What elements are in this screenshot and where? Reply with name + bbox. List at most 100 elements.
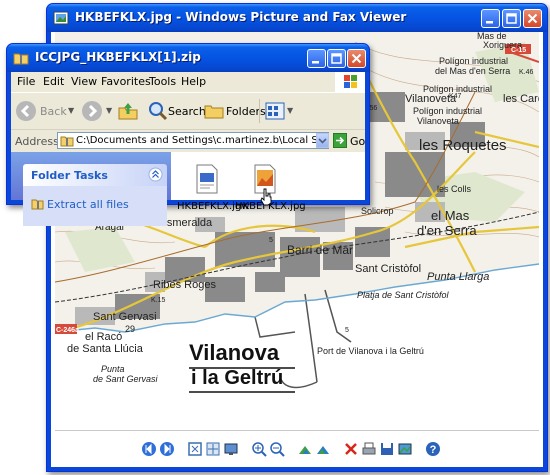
minimize-icon bbox=[486, 21, 493, 24]
go-arrow-icon[interactable] bbox=[333, 133, 347, 148]
search-icon[interactable] bbox=[147, 100, 169, 122]
close-icon bbox=[527, 13, 538, 24]
road-label: C-15 bbox=[511, 47, 526, 54]
actual-size-icon[interactable] bbox=[205, 441, 221, 457]
road-label: C-246a bbox=[56, 327, 79, 334]
address-dropdown-icon[interactable] bbox=[316, 133, 329, 148]
map-label: Polígon industrial bbox=[439, 56, 508, 66]
windows-flag-icon bbox=[344, 75, 357, 88]
forward-dropdown-icon[interactable]: ▼ bbox=[106, 106, 112, 115]
maximize-button[interactable] bbox=[327, 49, 346, 68]
chevron-down-icon bbox=[318, 138, 327, 144]
menu-help[interactable]: Help bbox=[181, 75, 206, 88]
back-dropdown-icon[interactable]: ▼ bbox=[68, 106, 74, 115]
viewer-toolbar: ? bbox=[51, 431, 543, 467]
menu-bar: File Edit View Favorites Tools Help bbox=[11, 72, 365, 93]
help-icon[interactable]: ? bbox=[425, 441, 441, 457]
menu-edit[interactable]: Edit bbox=[43, 75, 64, 88]
menu-file[interactable]: File bbox=[17, 75, 35, 88]
map-label: Ribes Roges bbox=[153, 279, 216, 291]
back-arrow-icon[interactable] bbox=[15, 100, 37, 122]
tasks-pane: Folder Tasks Extract all files bbox=[11, 152, 171, 226]
collapse-icon[interactable] bbox=[148, 167, 163, 182]
next-image-icon[interactable] bbox=[159, 441, 175, 457]
print-icon[interactable] bbox=[361, 441, 377, 457]
extract-all-files-link[interactable]: Extract all files bbox=[47, 198, 129, 211]
road-label: K47 bbox=[449, 93, 462, 100]
map-label: Vilanoveta bbox=[417, 116, 459, 126]
rotate-counterclockwise-icon[interactable] bbox=[315, 441, 331, 457]
map-label: 29 bbox=[125, 324, 135, 334]
picture-viewer-icon bbox=[53, 11, 69, 25]
close-icon bbox=[351, 53, 362, 64]
address-bar: Address C:\Documents and Settings\c.mart… bbox=[11, 130, 365, 152]
zip-folder-small-icon bbox=[60, 136, 74, 147]
svg-text:?: ? bbox=[430, 444, 437, 456]
map-label: Platja de Sant Cristòfol bbox=[357, 290, 450, 300]
maximize-icon bbox=[331, 53, 342, 64]
address-path: C:\Documents and Settings\c.martinez.b\L… bbox=[76, 135, 328, 146]
maximize-button[interactable] bbox=[502, 9, 521, 28]
file-item[interactable]: HKBEFKLX.jpg bbox=[235, 164, 306, 212]
views-icon[interactable] bbox=[265, 101, 285, 121]
extract-icon bbox=[31, 199, 44, 210]
town-name-label-2: i la Geltrú bbox=[191, 367, 283, 389]
rotate-clockwise-icon[interactable] bbox=[297, 441, 313, 457]
go-button-label[interactable]: Go bbox=[350, 135, 365, 148]
viewer-title: HKBEFKLX.jpg - Windows Picture and Fax V… bbox=[75, 10, 407, 24]
edit-icon[interactable] bbox=[397, 441, 413, 457]
menu-favorites[interactable]: Favorites bbox=[101, 75, 151, 88]
zip-folder-icon bbox=[13, 53, 29, 65]
minimize-button[interactable] bbox=[307, 49, 326, 68]
map-label: Barri de Mar bbox=[287, 243, 353, 257]
go-icon bbox=[336, 136, 345, 145]
slideshow-icon[interactable] bbox=[223, 441, 239, 457]
back-button-label[interactable]: Back bbox=[40, 105, 67, 118]
folder-tasks-body: Extract all files bbox=[23, 186, 167, 226]
views-dropdown-icon[interactable]: ▼ bbox=[287, 106, 293, 115]
close-button[interactable] bbox=[347, 49, 366, 68]
road-label: K.46 bbox=[519, 69, 534, 76]
road-label: K.15 bbox=[151, 297, 166, 304]
map-label: Sant Gervasi bbox=[93, 311, 157, 323]
map-label: d'en Serra bbox=[417, 223, 477, 238]
folder-tasks-header[interactable]: Folder Tasks bbox=[23, 164, 167, 186]
zoom-in-icon[interactable] bbox=[251, 441, 267, 457]
map-label: Punta Llarga bbox=[427, 271, 489, 283]
address-label: Address bbox=[15, 135, 59, 148]
address-input[interactable]: C:\Documents and Settings\c.martinez.b\L… bbox=[57, 132, 329, 149]
toolbar-separator bbox=[259, 99, 260, 123]
delete-icon[interactable] bbox=[343, 441, 359, 457]
maximize-icon bbox=[506, 13, 517, 24]
map-label: Sant Cristòfol bbox=[355, 263, 421, 275]
search-button-label[interactable]: Search bbox=[168, 105, 206, 118]
save-icon[interactable] bbox=[379, 441, 395, 457]
minimize-button[interactable] bbox=[481, 9, 500, 28]
folders-icon[interactable] bbox=[203, 100, 225, 122]
explorer-client: File Edit View Favorites Tools Help Back… bbox=[11, 72, 365, 226]
folder-tasks-title: Folder Tasks bbox=[31, 169, 108, 182]
map-label: del Mas d'en Serra bbox=[435, 66, 510, 76]
close-button[interactable] bbox=[523, 9, 542, 28]
map-label: Solicrop bbox=[361, 206, 394, 216]
zoom-out-icon[interactable] bbox=[269, 441, 285, 457]
menu-view[interactable]: View bbox=[71, 75, 97, 88]
map-label: de Santa Llúcia bbox=[67, 343, 144, 355]
hand-cursor-icon bbox=[260, 188, 272, 206]
town-name-label: Vilanova bbox=[189, 340, 280, 365]
map-label: les Colls bbox=[437, 184, 472, 194]
menu-tools[interactable]: Tools bbox=[149, 75, 176, 88]
explorer-title-bar[interactable]: ICCJPG_HKBEFKLX[1].zip bbox=[7, 44, 369, 72]
viewer-title-bar[interactable]: HKBEFKLX.jpg - Windows Picture and Fax V… bbox=[47, 4, 547, 32]
map-label: de Sant Gervasi bbox=[93, 374, 159, 384]
map-label: les Cards bbox=[503, 93, 539, 105]
up-folder-icon[interactable] bbox=[117, 100, 139, 122]
explorer-window: ICCJPG_HKBEFKLX[1].zip File Edit View Fa… bbox=[6, 43, 370, 226]
best-fit-icon[interactable] bbox=[187, 441, 203, 457]
previous-image-icon[interactable] bbox=[141, 441, 157, 457]
map-label: Polígon industrial bbox=[413, 106, 482, 116]
forward-arrow-icon[interactable] bbox=[81, 100, 103, 122]
windows-logo bbox=[335, 72, 365, 92]
text-file-icon bbox=[196, 164, 218, 194]
file-item[interactable]: HKBEFKLX.jgw bbox=[177, 164, 249, 212]
